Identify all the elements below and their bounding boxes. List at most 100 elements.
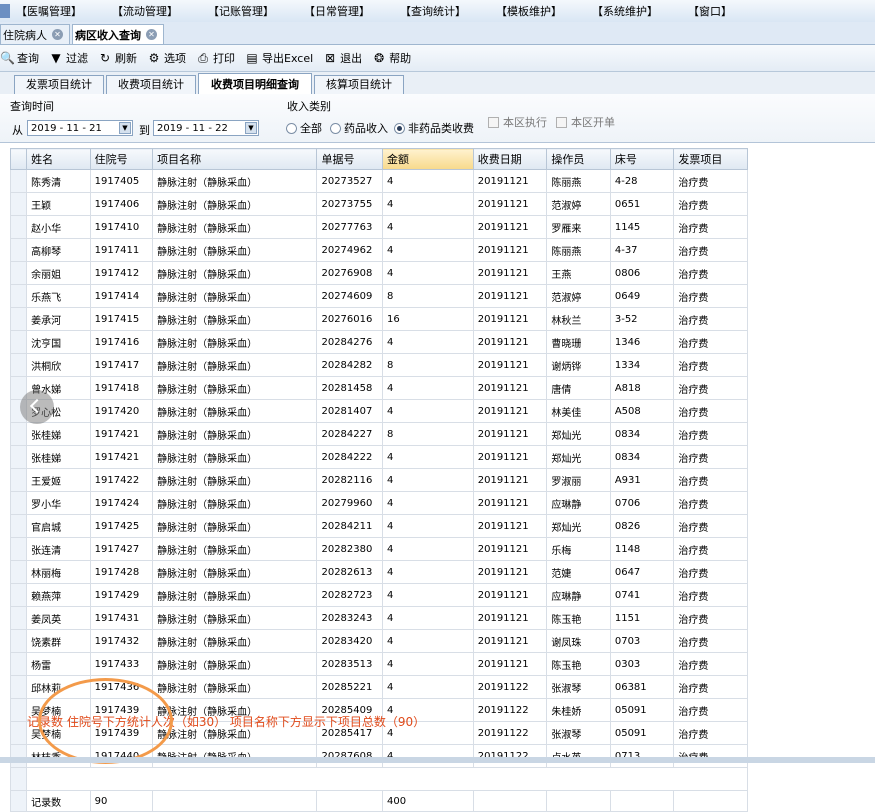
cell-operator[interactable]: 林美佳 — [546, 399, 611, 423]
cell-invoice-item[interactable]: 治疗费 — [673, 514, 748, 538]
close-icon[interactable]: ✕ — [52, 29, 63, 40]
cell-admission-no[interactable]: 1917422 — [89, 468, 154, 492]
cell-admission-no[interactable]: 1917417 — [89, 353, 154, 377]
cell-operator[interactable]: 陈玉艳 — [546, 652, 611, 676]
cell-charge-date[interactable]: 20191121 — [472, 468, 548, 492]
col-invoice-item[interactable]: 发票项目 — [673, 148, 748, 170]
cell-charge-date[interactable]: 20191122 — [472, 698, 548, 722]
col-charge-date[interactable]: 收费日期 — [472, 148, 548, 170]
cell-admission-no[interactable]: 1917411 — [89, 238, 154, 262]
cell-bed-no[interactable]: 06381 — [609, 675, 675, 699]
table-row[interactable]: 赖燕萍 1917429 静脉注射（静脉采血） 20282723 4 20191121 应琳静… — [9, 583, 748, 607]
cell-item-name[interactable]: 静脉注射（静脉采血） — [152, 445, 318, 469]
cell-admission-no[interactable]: 1917414 — [89, 284, 154, 308]
cell-charge-date[interactable]: 20191121 — [472, 353, 548, 377]
cell-operator[interactable]: 范婕 — [546, 560, 611, 584]
cell-invoice-item[interactable]: 治疗费 — [673, 192, 748, 216]
cell-amount[interactable]: 4 — [382, 583, 474, 607]
tab-invoice-stats[interactable]: 发票项目统计 — [14, 75, 104, 94]
cell-admission-no[interactable]: 1917405 — [89, 169, 154, 193]
cell-admission-no[interactable]: 1917433 — [89, 652, 154, 676]
cell-amount[interactable]: 4 — [382, 744, 474, 768]
cell-receipt-no[interactable]: 20284282 — [316, 353, 383, 377]
cell-amount[interactable]: 4 — [382, 514, 474, 538]
cell-admission-no[interactable]: 1917410 — [89, 215, 154, 239]
cell-invoice-item[interactable]: 治疗费 — [673, 307, 748, 331]
cell-receipt-no[interactable]: 20273755 — [316, 192, 383, 216]
exit-button[interactable]: ⊠ 退出 — [323, 50, 362, 66]
cell-operator[interactable]: 郑灿光 — [546, 445, 611, 469]
cell-charge-date[interactable]: 20191121 — [472, 583, 548, 607]
cell-name[interactable]: 姜承河 — [26, 307, 91, 331]
tab-inpatients[interactable]: 住院病人 ✕ — [0, 24, 70, 44]
cell-receipt-no[interactable]: 20282613 — [316, 560, 383, 584]
cell-invoice-item[interactable]: 治疗费 — [673, 560, 748, 584]
cell-invoice-item[interactable]: 治疗费 — [673, 652, 748, 676]
cell-amount[interactable]: 4 — [382, 675, 474, 699]
cell-bed-no[interactable]: 1148 — [609, 537, 675, 561]
check-ward-executed[interactable]: 本区执行 — [488, 114, 547, 130]
cell-item-name[interactable]: 静脉注射（静脉采血） — [152, 514, 318, 538]
cell-amount[interactable]: 4 — [382, 537, 474, 561]
cell-receipt-no[interactable]: 20284227 — [316, 422, 383, 446]
cell-operator[interactable]: 陈玉艳 — [546, 606, 611, 630]
cell-name[interactable]: 邱林莉 — [26, 675, 91, 699]
cell-amount[interactable]: 16 — [382, 307, 474, 331]
table-row[interactable]: 张桂娣 1917421 静脉注射（静脉采血） 20284227 8 20191121 郑灿光… — [9, 422, 748, 446]
cell-charge-date[interactable]: 20191121 — [472, 537, 548, 561]
cell-item-name[interactable]: 静脉注射（静脉采血） — [152, 238, 318, 262]
chevron-down-icon[interactable]: ▼ — [119, 122, 131, 134]
table-row[interactable]: 曾水娣 1917418 静脉注射（静脉采血） 20281458 4 20191121 唐倩 A… — [9, 376, 748, 400]
cell-item-name[interactable]: 静脉注射（静脉采血） — [152, 468, 318, 492]
menu-item-window[interactable]: 【窗口】 — [688, 3, 732, 19]
cell-receipt-no[interactable]: 20284222 — [316, 445, 383, 469]
cell-bed-no[interactable]: 0826 — [609, 514, 675, 538]
cell-bed-no[interactable]: 1151 — [609, 606, 675, 630]
menu-item-orders[interactable]: 【医嘱管理】 — [16, 3, 82, 19]
menu-item-templates[interactable]: 【模板维护】 — [496, 3, 562, 19]
col-bed-no[interactable]: 床号 — [609, 148, 675, 170]
cell-name[interactable]: 张桂娣 — [26, 422, 91, 446]
table-row[interactable]: 林丽梅 1917428 静脉注射（静脉采血） 20282613 4 20191121 范婕 0… — [9, 560, 748, 584]
cell-receipt-no[interactable]: 20276908 — [316, 261, 383, 285]
cell-invoice-item[interactable]: 治疗费 — [673, 261, 748, 285]
cell-operator[interactable]: 曹晓珊 — [546, 330, 611, 354]
table-row[interactable]: 杨雷 1917433 静脉注射（静脉采血） 20283513 4 20191121 陈玉艳 0… — [9, 652, 748, 676]
cell-item-name[interactable]: 静脉注射（静脉采血） — [152, 675, 318, 699]
tab-ward-income-query[interactable]: 病区收入查询 ✕ — [72, 24, 164, 44]
cell-operator[interactable]: 谢凤珠 — [546, 629, 611, 653]
query-button[interactable]: 🔍 查询 — [0, 50, 39, 66]
cell-operator[interactable]: 应琳静 — [546, 491, 611, 515]
table-row[interactable]: 高柳琴 1917411 静脉注射（静脉采血） 20274962 4 20191121 陈丽燕… — [9, 238, 748, 262]
cell-receipt-no[interactable]: 20284276 — [316, 330, 383, 354]
cell-item-name[interactable]: 静脉注射（静脉采血） — [152, 261, 318, 285]
help-button[interactable]: ❂ 帮助 — [372, 50, 411, 66]
table-row[interactable]: 王爱姬 1917422 静脉注射（静脉采血） 20282116 4 20191121 罗淑丽… — [9, 468, 748, 492]
cell-item-name[interactable]: 静脉注射（静脉采血） — [152, 744, 318, 768]
cell-charge-date[interactable]: 20191121 — [472, 422, 548, 446]
table-row[interactable]: 余丽姐 1917412 静脉注射（静脉采血） 20276908 4 20191121 王燕 0… — [9, 261, 748, 285]
cell-amount[interactable]: 4 — [382, 399, 474, 423]
cell-bed-no[interactable]: 4-37 — [609, 238, 675, 262]
cell-amount[interactable]: 4 — [382, 261, 474, 285]
scroll-back-button[interactable] — [20, 390, 54, 424]
cell-operator[interactable]: 陈丽燕 — [546, 169, 611, 193]
cell-amount[interactable]: 4 — [382, 652, 474, 676]
cell-name[interactable]: 余丽姐 — [26, 261, 91, 285]
cell-charge-date[interactable]: 20191121 — [472, 284, 548, 308]
cell-invoice-item[interactable]: 治疗费 — [673, 284, 748, 308]
cell-amount[interactable]: 4 — [382, 192, 474, 216]
cell-bed-no[interactable]: A508 — [609, 399, 675, 423]
radio-non-drug[interactable]: 非药品类收费 — [394, 120, 474, 136]
cell-name[interactable]: 王爱姬 — [26, 468, 91, 492]
table-row[interactable]: 林枝香1917440静脉注射（静脉采血）20287608420191122卢水英… — [9, 744, 748, 768]
cell-invoice-item[interactable]: 治疗费 — [673, 330, 748, 354]
cell-name[interactable]: 沈亨国 — [26, 330, 91, 354]
cell-receipt-no[interactable]: 20282380 — [316, 537, 383, 561]
table-row[interactable]: 赵小华 1917410 静脉注射（静脉采血） 20277763 4 20191121 罗雁来… — [9, 215, 748, 239]
col-operator[interactable]: 操作员 — [546, 148, 611, 170]
cell-invoice-item[interactable]: 治疗费 — [673, 583, 748, 607]
cell-operator[interactable]: 朱桂娇 — [546, 698, 611, 722]
cell-admission-no[interactable]: 1917432 — [89, 629, 154, 653]
cell-amount[interactable]: 4 — [382, 468, 474, 492]
